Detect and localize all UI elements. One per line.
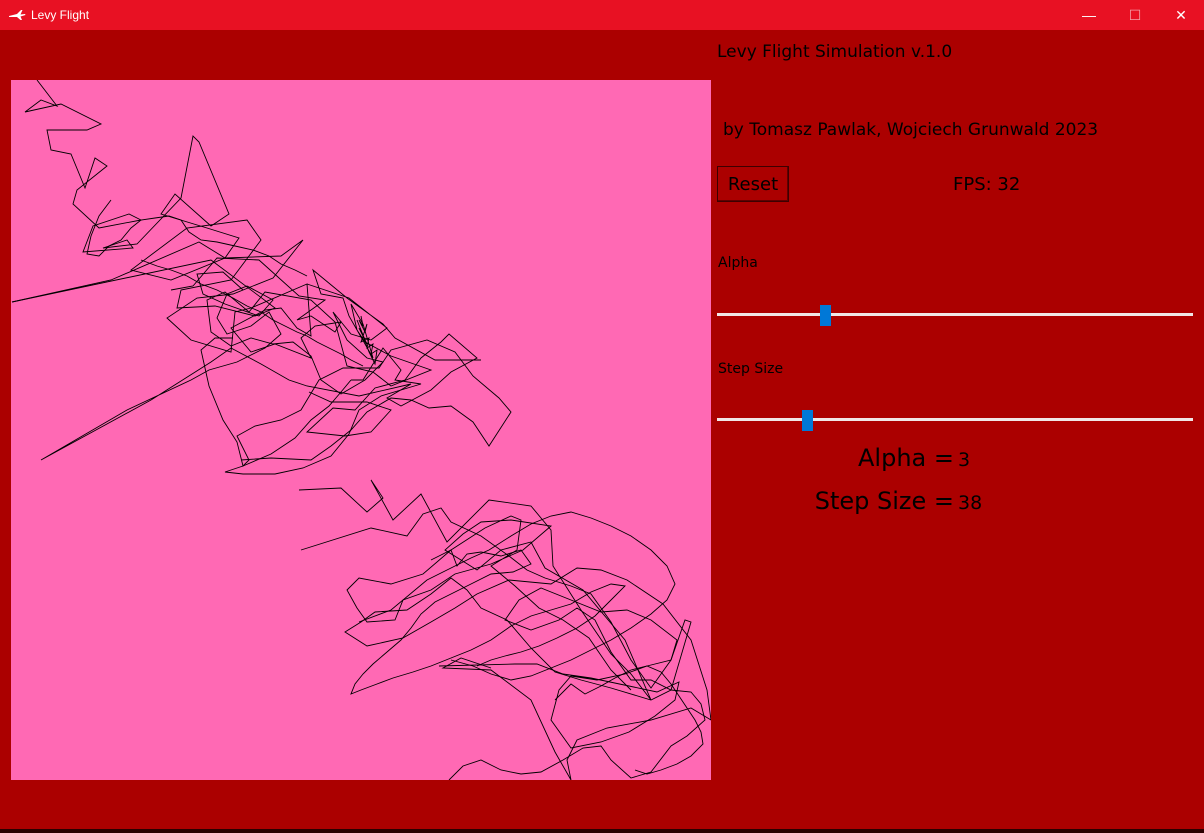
levy-flight-path [11,80,711,780]
step-size-slider[interactable] [717,410,1193,431]
alpha-slider-label: Alpha [718,255,758,271]
maximize-button[interactable]: ☐ [1112,0,1158,30]
window-title: Levy Flight [31,8,90,22]
step-size-readout-value: 38 [958,492,983,514]
app-heading: Levy Flight Simulation v.1.0 [717,42,953,62]
minimize-button[interactable]: — [1066,0,1112,30]
simulation-canvas[interactable] [11,80,711,780]
app-window: Levy Flight — ☐ ✕ Levy Flight Simulation… [0,0,1204,833]
alpha-slider[interactable] [717,305,1193,326]
title-bar[interactable]: Levy Flight — ☐ ✕ [0,0,1204,30]
alpha-slider-thumb[interactable] [819,305,831,326]
alpha-readout-value: 3 [958,449,971,471]
maximize-icon: ☐ [1128,6,1142,23]
step-size-slider-track[interactable] [717,418,1193,421]
close-button[interactable]: ✕ [1158,0,1204,30]
fps-counter: FPS: 32 [953,174,1021,195]
alpha-readout-label: Alpha = [858,444,954,472]
alpha-slider-track[interactable] [717,313,1193,316]
authors-credit: by Tomasz Pawlak, Wojciech Grunwald 2023 [723,120,1099,140]
close-icon: ✕ [1175,6,1187,23]
minimize-icon: — [1082,7,1096,23]
step-size-slider-thumb[interactable] [801,410,813,431]
reset-button[interactable]: Reset [717,166,789,202]
background-console-strip [0,829,1204,833]
airplane-icon [8,8,26,22]
step-size-readout-label: Step Size = [814,487,954,515]
step-size-slider-label: Step Size [718,361,784,377]
